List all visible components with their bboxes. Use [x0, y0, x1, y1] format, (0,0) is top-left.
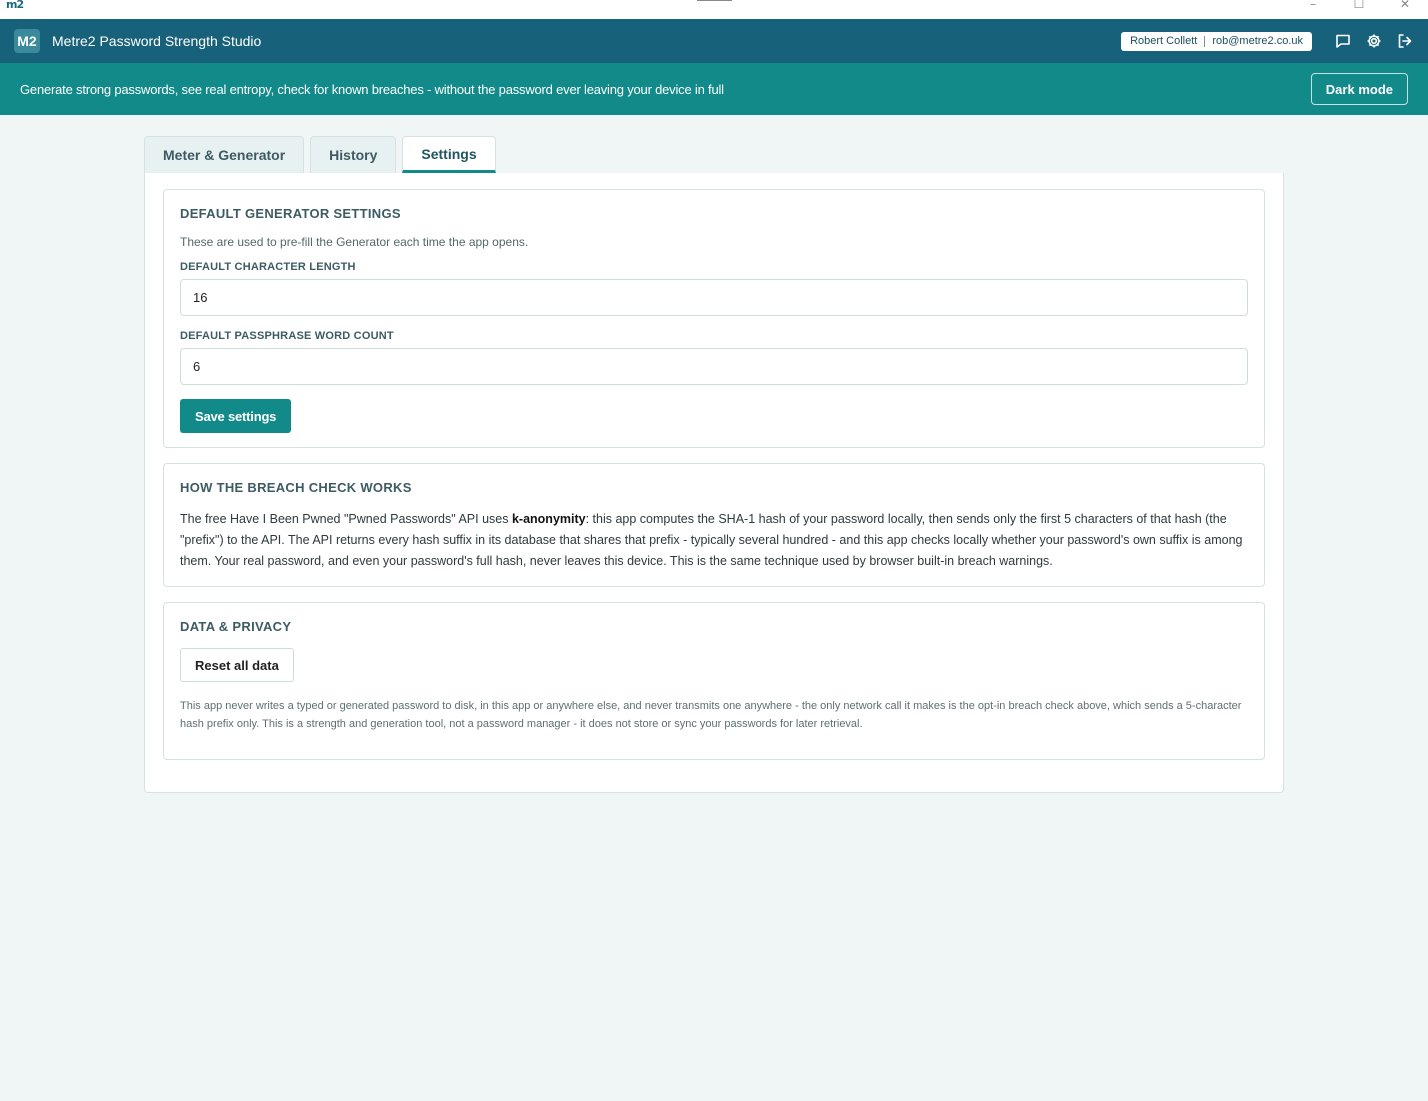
- close-icon[interactable]: ✕: [1382, 0, 1428, 19]
- length-label: DEFAULT CHARACTER LENGTH: [180, 261, 356, 273]
- k-anonymity-term: k-anonymity: [511, 512, 586, 526]
- breach-card: HOW THE BREACH CHECK WORKS The free Have…: [163, 463, 1265, 587]
- app-logo-icon: m2: [6, 0, 24, 11]
- user-separator: [1204, 35, 1206, 47]
- user-pill[interactable]: Robert Collett rob@metre2.co.uk: [1121, 31, 1312, 51]
- app-badge: M2: [14, 29, 40, 53]
- privacy-card: DATA & PRIVACY Reset all data This app n…: [163, 602, 1265, 760]
- breach-text: The free Have I Been Pwned "Pwned Passwo…: [180, 509, 1248, 572]
- settings-panel: DEFAULT GENERATOR SETTINGS These are use…: [144, 173, 1284, 793]
- privacy-title: DATA & PRIVACY: [180, 619, 292, 634]
- app-header: M2 Metre2 Password Strength Studio Rober…: [0, 19, 1428, 63]
- length-input[interactable]: [180, 279, 1248, 316]
- app-title: Metre2 Password Strength Studio: [52, 33, 262, 49]
- window-controls: – ☐ ✕: [1290, 0, 1428, 19]
- maximize-icon[interactable]: ☐: [1336, 0, 1382, 19]
- user-email: rob@metre2.co.uk: [1212, 35, 1303, 47]
- user-name: Robert Collett: [1130, 35, 1198, 47]
- breach-text-before: The free Have I Been Pwned "Pwned Passwo…: [180, 512, 512, 526]
- wordcount-input[interactable]: [180, 348, 1248, 385]
- banner-text: Generate strong passwords, see real entr…: [20, 81, 724, 97]
- tab-bar: Meter & Generator History Settings: [144, 136, 1284, 173]
- info-banner: Generate strong passwords, see real entr…: [0, 63, 1428, 115]
- title-bar-handle[interactable]: [697, 0, 732, 1]
- generator-settings-subtitle: These are used to pre-fill the Generator…: [180, 235, 529, 249]
- tab-meter-generator[interactable]: Meter & Generator: [144, 136, 305, 173]
- tab-settings[interactable]: Settings: [402, 136, 496, 173]
- main-content: Meter & Generator History Settings DEFAU…: [144, 136, 1284, 793]
- gear-icon[interactable]: [1365, 32, 1383, 50]
- logout-icon[interactable]: [1396, 32, 1414, 50]
- tab-history[interactable]: History: [310, 136, 397, 173]
- chat-icon[interactable]: [1334, 32, 1352, 50]
- header-right: Robert Collett rob@metre2.co.uk: [1121, 31, 1414, 51]
- wordcount-label: DEFAULT PASSPHRASE WORD COUNT: [180, 330, 394, 342]
- save-settings-button[interactable]: Save settings: [180, 399, 292, 433]
- generator-settings-title: DEFAULT GENERATOR SETTINGS: [180, 206, 401, 221]
- reset-data-button[interactable]: Reset all data: [180, 648, 294, 682]
- dark-mode-button[interactable]: Dark mode: [1310, 73, 1408, 105]
- minimize-icon[interactable]: –: [1290, 0, 1336, 19]
- privacy-text: This app never writes a typed or generat…: [180, 700, 1242, 730]
- breach-title: HOW THE BREACH CHECK WORKS: [180, 480, 412, 495]
- os-title-bar: m2 – ☐ ✕: [0, 0, 1428, 19]
- generator-settings-card: DEFAULT GENERATOR SETTINGS These are use…: [163, 189, 1265, 448]
